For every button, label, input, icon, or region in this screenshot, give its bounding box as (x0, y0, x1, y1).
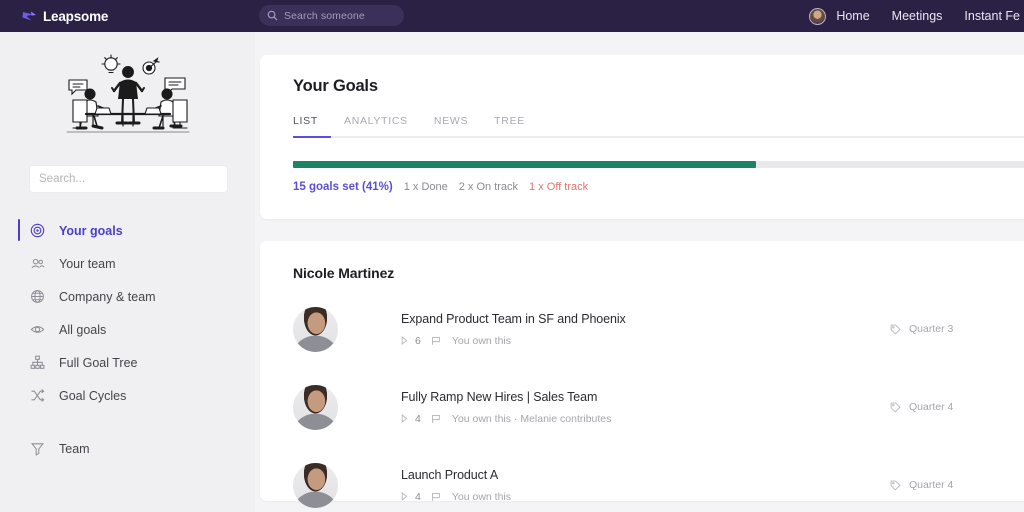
triangle-right-icon[interactable] (401, 492, 408, 501)
tab-news[interactable]: NEWS (434, 115, 468, 138)
nav-link-home[interactable]: Home (836, 9, 869, 23)
tag-icon (890, 402, 901, 413)
goal-ownership: You own this (451, 334, 511, 347)
goal-body: Expand Product Team in SF and Phoenix 6 … (401, 312, 890, 347)
goals-list-card: Nicole Martinez Expand Product Team in S… (260, 241, 1024, 508)
sidebar-item-goal-cycles[interactable]: Goal Cycles (0, 379, 255, 412)
goal-ownership: You own this (451, 490, 511, 503)
flag-icon (431, 414, 441, 424)
sidebar-item-label: Full Goal Tree (59, 355, 138, 370)
sidebar-item-label: Team (59, 441, 90, 456)
goal-ownership: You own this · Melanie contributes (451, 412, 612, 425)
avatar (293, 306, 338, 352)
tab-analytics[interactable]: ANALYTICS (344, 115, 408, 138)
goal-row[interactable]: Fully Ramp New Hires | Sales Team 4 You … (293, 377, 1024, 437)
app-root: Leapsome Search someone Home Meetings In… (0, 0, 1024, 512)
goals-progress: 15 goals set (41%) 1 x Done 2 x On track… (293, 161, 1024, 193)
main-content: Your Goals LIST ANALYTICS NEWS TREE 15 g… (255, 32, 1024, 512)
goals-summary-card: Your Goals LIST ANALYTICS NEWS TREE 15 g… (260, 55, 1024, 219)
goal-tag: Quarter 3 (890, 323, 1024, 335)
search-icon (267, 10, 278, 21)
goal-body: Fully Ramp New Hires | Sales Team 4 You … (401, 390, 890, 425)
flag-icon (431, 336, 441, 346)
sidebar-nav: Your goals Your team Company & team All … (0, 214, 255, 465)
tag-icon (890, 324, 901, 335)
sidebar-item-your-team[interactable]: Your team (0, 247, 255, 280)
sidebar-item-label: Goal Cycles (59, 388, 127, 403)
target-icon (30, 223, 45, 238)
avatar (293, 462, 338, 508)
triangle-right-icon[interactable] (401, 414, 408, 423)
sidebar-search-input[interactable]: Search... (30, 166, 227, 192)
sidebar-item-all-goals[interactable]: All goals (0, 313, 255, 346)
goal-meta: 4 You own this (401, 491, 890, 503)
flag-icon (431, 492, 441, 502)
goals-stats: 15 goals set (41%) 1 x Done 2 x On track… (293, 181, 1024, 193)
goal-row[interactable]: Expand Product Team in SF and Phoenix 6 … (293, 299, 1024, 359)
filter-icon (30, 441, 45, 456)
tab-tree[interactable]: TREE (494, 115, 525, 138)
tag-icon (890, 480, 901, 491)
progress-fill (293, 161, 757, 168)
goal-body: Launch Product A 4 You own this (401, 468, 890, 503)
globe-icon (30, 289, 45, 304)
goal-owner-name: Nicole Martinez (293, 265, 395, 281)
sidebar-item-full-goal-tree[interactable]: Full Goal Tree (0, 346, 255, 379)
goal-row[interactable]: Launch Product A 4 You own this Quarter … (293, 455, 1024, 512)
avatar (293, 384, 338, 430)
goal-title[interactable]: Fully Ramp New Hires | Sales Team (401, 390, 890, 404)
tree-icon (30, 355, 45, 370)
tab-bar: LIST ANALYTICS NEWS TREE (293, 115, 1024, 138)
tab-list[interactable]: LIST (293, 115, 318, 138)
sidebar-divider-gap (0, 412, 255, 432)
nav-link-meetings[interactable]: Meetings (892, 9, 943, 23)
goal-tag-label: Quarter 4 (909, 401, 954, 413)
nav-link-instant-feedback[interactable]: Instant Fe (964, 9, 1020, 23)
triangle-right-icon[interactable] (401, 336, 408, 345)
global-search-placeholder: Search someone (284, 9, 365, 22)
goal-tag: Quarter 4 (890, 401, 1024, 413)
people-icon (30, 256, 45, 271)
sidebar-item-team[interactable]: Team (0, 432, 255, 465)
top-nav-links: Home Meetings Instant Fe (809, 0, 1024, 32)
sidebar-item-company-and-team[interactable]: Company & team (0, 280, 255, 313)
goal-tag-label: Quarter 4 (909, 479, 954, 491)
goal-tag-label: Quarter 3 (909, 323, 954, 335)
progress-track (293, 161, 1024, 168)
leapsome-arrow-icon (22, 9, 37, 23)
sidebar-item-your-goals[interactable]: Your goals (0, 214, 255, 247)
goals-summary-text: 15 goals set (41%) (293, 181, 393, 193)
goal-subgoal-count: 6 (415, 334, 421, 347)
team-meeting-illustration (66, 54, 189, 133)
goal-tag: Quarter 4 (890, 479, 1024, 491)
brand-logo[interactable]: Leapsome (22, 9, 108, 24)
top-navigation-bar: Leapsome Search someone Home Meetings In… (0, 0, 1024, 32)
user-avatar-icon[interactable] (809, 7, 827, 25)
sidebar-item-label: Your team (59, 256, 116, 271)
goal-meta: 4 You own this · Melanie contributes (401, 413, 890, 425)
goal-subgoal-count: 4 (415, 412, 421, 425)
goal-title[interactable]: Launch Product A (401, 468, 890, 482)
global-search-box[interactable]: Search someone (259, 5, 404, 26)
page-title: Your Goals (293, 77, 378, 95)
sidebar-search-placeholder: Search... (39, 173, 86, 185)
stat-on-track: 2 x On track (458, 181, 519, 193)
goal-subgoal-count: 4 (415, 490, 421, 503)
sidebar-item-label: All goals (59, 322, 107, 337)
shuffle-icon (30, 388, 45, 403)
sidebar-item-label: Company & team (59, 289, 156, 304)
goal-meta: 6 You own this (401, 335, 890, 347)
sidebar: Search... Your goals Your team Company &… (0, 32, 255, 512)
stat-done: 1 x Done (403, 181, 448, 193)
sidebar-item-label: Your goals (59, 223, 123, 238)
stat-off-track: 1 x Off track (529, 181, 589, 193)
eye-icon (30, 322, 45, 337)
goal-title[interactable]: Expand Product Team in SF and Phoenix (401, 312, 890, 326)
brand-name: Leapsome (43, 8, 109, 24)
